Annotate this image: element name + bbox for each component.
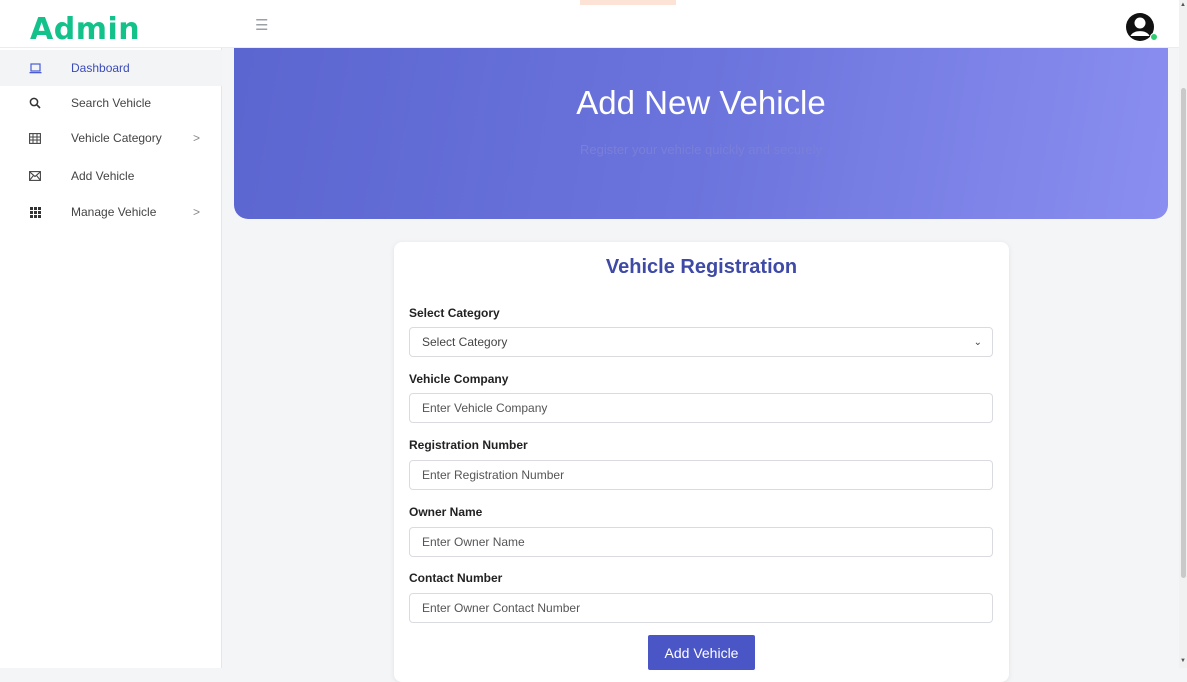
brand-logo[interactable]: Admin	[30, 12, 140, 47]
contact-label: Contact Number	[409, 571, 503, 585]
chevron-right-icon: >	[193, 205, 201, 219]
sidebar-item-dashboard[interactable]: Dashboard	[0, 50, 222, 86]
add-vehicle-button[interactable]: Add Vehicle	[648, 635, 755, 670]
chevron-right-icon: >	[193, 131, 201, 145]
mail-icon	[28, 169, 42, 183]
sidebar-item-vehicle-category[interactable]: Vehicle Category >	[0, 120, 222, 156]
company-label: Vehicle Company	[409, 372, 509, 386]
sidebar: Dashboard Search Vehicle Vehicle Categor…	[0, 48, 222, 668]
company-input[interactable]	[409, 393, 993, 423]
sidebar-item-label: Manage Vehicle	[71, 205, 157, 219]
search-icon	[28, 96, 42, 110]
registration-input[interactable]	[409, 460, 993, 490]
contact-input[interactable]	[409, 593, 993, 623]
top-bar: Admin ☰	[0, 0, 1187, 48]
sidebar-item-label: Dashboard	[71, 61, 130, 75]
sidebar-item-add-vehicle[interactable]: Add Vehicle	[0, 158, 222, 194]
laptop-icon	[28, 61, 42, 75]
owner-input[interactable]	[409, 527, 993, 557]
chevron-down-icon: ⌄	[973, 337, 982, 348]
hamburger-icon[interactable]: ☰	[255, 16, 268, 34]
sidebar-item-label: Vehicle Category	[71, 131, 162, 145]
scroll-down-icon[interactable]: ▼	[1180, 658, 1186, 664]
form-title: Vehicle Registration	[605, 256, 798, 278]
sidebar-item-search-vehicle[interactable]: Search Vehicle	[0, 85, 222, 121]
owner-label: Owner Name	[409, 505, 483, 519]
registration-label: Registration Number	[409, 438, 528, 452]
hero-banner: Add New Vehicle Register your vehicle qu…	[234, 48, 1168, 219]
page-title: Add New Vehicle	[576, 84, 826, 121]
grid-icon	[28, 205, 42, 219]
scroll-up-icon[interactable]: ▲	[1180, 2, 1186, 8]
category-select[interactable]: Select Category ⌄	[409, 327, 993, 357]
category-selected-value: Select Category	[422, 335, 508, 349]
sidebar-item-manage-vehicle[interactable]: Manage Vehicle >	[0, 194, 222, 230]
scrollbar-thumb[interactable]	[1181, 88, 1186, 578]
sidebar-item-label: Add Vehicle	[71, 169, 135, 183]
sidebar-item-label: Search Vehicle	[71, 96, 152, 110]
table-icon	[28, 131, 42, 145]
category-label: Select Category	[409, 306, 500, 320]
top-accent-bar	[580, 0, 676, 5]
registration-card: Vehicle Registration Select Category Sel…	[394, 242, 1009, 682]
online-status-dot	[1150, 33, 1158, 41]
page-subtitle: Register your vehicle quickly and secure…	[579, 142, 823, 157]
